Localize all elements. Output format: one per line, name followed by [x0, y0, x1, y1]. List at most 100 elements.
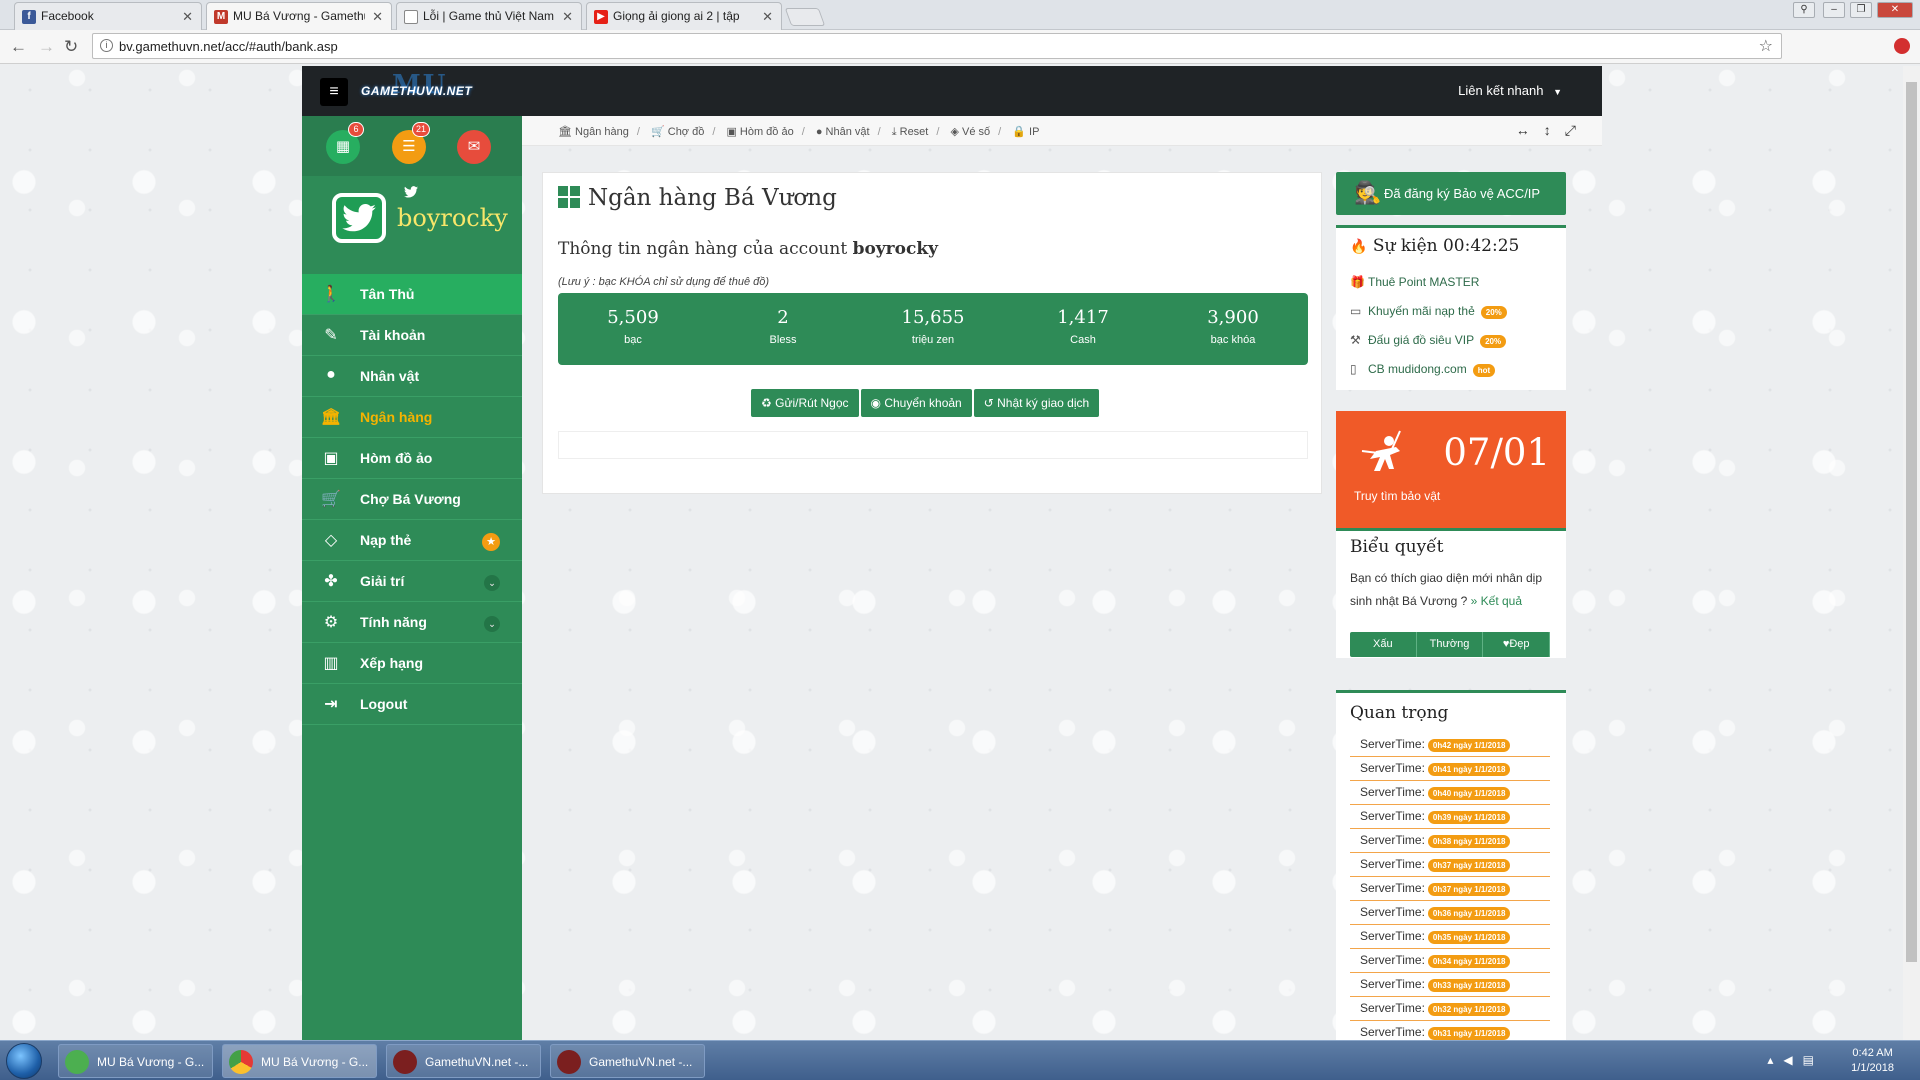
username[interactable]: boyrocky	[397, 204, 508, 232]
close-icon[interactable]: ✕	[182, 9, 193, 25]
warrior-icon	[1361, 430, 1401, 471]
tab-mu-ba-vuong[interactable]: M MU Bá Vương - Gamethu ✕	[206, 2, 392, 31]
breadcrumb-ve-so[interactable]: ◈ Vé số	[951, 126, 991, 138]
separator: /	[636, 126, 640, 138]
back-icon[interactable]: ←	[10, 37, 27, 57]
new-tab-button[interactable]	[784, 8, 826, 26]
taskbar-label: GamethuVN.net -...	[425, 1055, 529, 1069]
event-item[interactable]: ⚒ Đấu giá đồ siêu VIP 20%	[1350, 333, 1507, 348]
sidebar-item-cho-ba-vuong[interactable]: 🛒 Chợ Bá Vương	[302, 479, 522, 520]
close-icon[interactable]: ✕	[562, 9, 573, 25]
sidebar-item-hom-do-ao[interactable]: ▣ Hòm đồ ảo	[302, 438, 522, 479]
menu-toggle-icon[interactable]: ≡	[320, 78, 348, 106]
minimize-button[interactable]: –	[1823, 2, 1845, 18]
restore-button[interactable]: ❐	[1850, 2, 1872, 18]
poll-result-link[interactable]: » Kết quả	[1471, 594, 1522, 608]
taskbar-item[interactable]: MU Bá Vương - G...	[222, 1044, 377, 1078]
list-button[interactable]: ☰ 21	[392, 122, 430, 164]
server-time-tag: 0h33 ngày 1/1/2018	[1427, 979, 1511, 992]
eye-icon: ◉	[870, 396, 881, 410]
breadcrumb-cho-do[interactable]: 🛒 Chợ đồ	[651, 126, 704, 138]
server-time-tag: 0h37 ngày 1/1/2018	[1427, 859, 1511, 872]
start-button[interactable]	[6, 1043, 42, 1079]
breadcrumb-ngan-hang[interactable]: 🏛 Ngân hàng	[558, 126, 629, 138]
taskbar-item[interactable]: MU Bá Vương - G...	[58, 1044, 213, 1078]
mu-app-icon	[393, 1050, 417, 1074]
poll-option-xau[interactable]: Xấu	[1350, 632, 1417, 657]
quick-link-dropdown[interactable]: Liên kết nhanh ▼	[1458, 83, 1562, 98]
stat-label: Bless	[769, 334, 797, 346]
sidebar-item-xep-hang[interactable]: ▥ Xếp hạng	[302, 643, 522, 684]
stat-zen: 15,655 triệu zen	[858, 293, 1008, 346]
volume-icon[interactable]: ◀	[1783, 1053, 1802, 1067]
breadcrumb-label: Reset	[899, 126, 929, 138]
expand-vertical-icon[interactable]: ↕	[1544, 122, 1565, 138]
breadcrumb-nhan-vat[interactable]: ● Nhân vật	[816, 126, 870, 138]
chevron-down-icon[interactable]: ⌄	[484, 575, 500, 591]
cart-icon: 🛒	[321, 491, 341, 508]
gift-icon: 🎁	[1350, 275, 1365, 289]
treasure-hunt-card[interactable]: 07/01 Truy tìm bảo vật	[1336, 411, 1566, 529]
stat-bless: 2 Bless	[708, 293, 858, 346]
poll-option-dep[interactable]: ♥Đẹp	[1483, 632, 1551, 657]
breadcrumb-reset[interactable]: ⤓ Reset	[892, 126, 929, 138]
expand-horizontal-icon[interactable]: ↔	[1516, 122, 1544, 138]
sidebar-item-tai-khoan[interactable]: ✎ Tài khoản	[302, 315, 522, 356]
event-item[interactable]: 🎁 Thuê Point MASTER	[1350, 275, 1479, 289]
reload-icon[interactable]: ↻	[64, 37, 78, 57]
deposit-gems-button[interactable]: ♻ Gửi/Rút Ngọc	[751, 389, 859, 417]
stat-label: Cash	[1070, 334, 1096, 346]
poll-option-thuong[interactable]: Thường	[1417, 632, 1484, 657]
scrollbar-thumb[interactable]	[1906, 82, 1917, 962]
page-scrollbar[interactable]	[1903, 66, 1920, 1040]
clock-date: 1/1/2018	[1851, 1062, 1894, 1074]
sidebar-item-tan-thu[interactable]: 🚶 Tân Thủ	[302, 274, 522, 315]
account-protection-button[interactable]: 🕵 Đã đăng ký Bảo vệ ACC/IP	[1336, 172, 1566, 215]
url-text[interactable]: bv.gamethuvn.net/acc/#auth/bank.asp	[119, 39, 338, 54]
breadcrumb-label: Vé số	[962, 126, 991, 138]
site-logo[interactable]: MU GAMETHUVN.NET	[358, 70, 478, 106]
logo-text: GAMETHUVN.NET	[361, 84, 473, 98]
event-item[interactable]: ▯ CB mudidong.com hot	[1350, 362, 1496, 377]
chat-button[interactable]: ✉	[457, 130, 491, 164]
clock[interactable]: 0:42 AM 1/1/2018	[1851, 1046, 1894, 1076]
server-time-label: ServerTime:	[1360, 905, 1425, 919]
event-item[interactable]: ▭ Khuyến mãi nạp thẻ 20%	[1350, 304, 1507, 319]
windows-icon	[558, 186, 580, 208]
taskbar-item[interactable]: GamethuVN.net -...	[386, 1044, 541, 1078]
transaction-log-button[interactable]: ↺ Nhật ký giao dịch	[973, 389, 1100, 417]
close-icon[interactable]: ✕	[372, 9, 383, 25]
sidebar-item-tinh-nang[interactable]: ⚙ Tính năng ⌄	[302, 602, 522, 643]
profile-icon[interactable]: ⚲	[1793, 2, 1815, 18]
tab-facebook[interactable]: f Facebook ✕	[14, 2, 202, 30]
twitter-icon[interactable]	[332, 193, 386, 243]
breadcrumb-hom-do-ao[interactable]: ▣ Hòm đồ ảo	[726, 126, 793, 138]
bookmark-star-icon[interactable]: ☆	[1759, 36, 1773, 56]
close-icon[interactable]: ✕	[762, 9, 773, 25]
show-hidden-icon[interactable]: ▴	[1767, 1053, 1783, 1067]
server-time-label: ServerTime:	[1360, 1001, 1425, 1015]
sidebar-item-ngan-hang[interactable]: 🏛 Ngân hàng	[302, 397, 522, 438]
calendar-button[interactable]: ▦ 6	[326, 122, 364, 164]
extension-icon[interactable]	[1894, 38, 1910, 54]
taskbar-item[interactable]: GamethuVN.net -...	[550, 1044, 705, 1078]
mobile-icon: ▯	[1350, 362, 1357, 376]
sidebar-item-logout[interactable]: ⇥ Logout	[302, 684, 522, 725]
logout-icon: ⇥	[324, 696, 338, 713]
network-icon[interactable]: ▤	[1803, 1053, 1824, 1067]
close-window-button[interactable]: ✕	[1877, 2, 1913, 18]
info-icon[interactable]: i	[100, 39, 113, 52]
server-time-row: ServerTime: 0h33 ngày 1/1/2018	[1350, 973, 1550, 997]
sidebar-item-nap-the[interactable]: ◇ Nạp thẻ ★	[302, 520, 522, 561]
sidebar-item-nhan-vat[interactable]: ● Nhân vật	[302, 356, 522, 397]
tab-loi-game-thu[interactable]: Lỗi | Game thủ Việt Nam ✕	[396, 2, 582, 30]
chevron-down-icon[interactable]: ⌄	[484, 616, 500, 632]
transfer-button[interactable]: ◉ Chuyển khoản	[860, 389, 972, 417]
forward-icon[interactable]: →	[38, 37, 55, 57]
sidebar-item-giai-tri[interactable]: ✤ Giải trí ⌄	[302, 561, 522, 602]
treasure-label: Truy tìm bảo vật	[1354, 489, 1441, 503]
breadcrumb-ip[interactable]: 🔒 IP	[1012, 126, 1039, 138]
tab-youtube[interactable]: ▶ Giọng ải giong ai 2 | tập ✕	[586, 2, 782, 30]
fullscreen-icon[interactable]: ⤢	[1565, 122, 1590, 138]
address-bar[interactable]: i bv.gamethuvn.net/acc/#auth/bank.asp ☆	[92, 33, 1782, 59]
